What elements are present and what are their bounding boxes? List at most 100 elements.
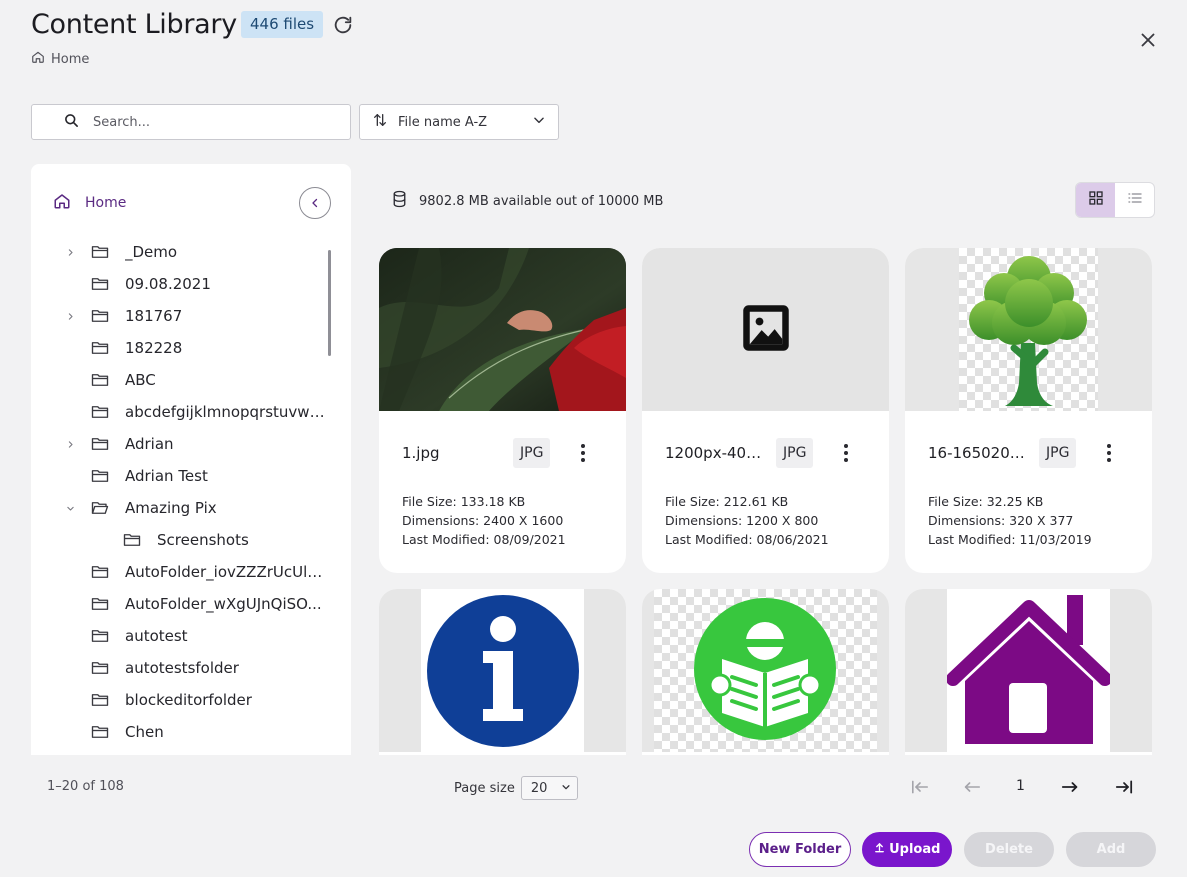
sidebar-folder-label: ABC — [125, 371, 156, 389]
sidebar-folder-item[interactable]: 181767 — [31, 300, 351, 332]
sidebar-folder-item[interactable]: AutoFolder_wXgUJnQiSO... — [31, 588, 351, 620]
image-placeholder-icon — [740, 302, 792, 358]
file-card[interactable]: 1200px-401... JPG File Size: 212.61 KB D… — [642, 248, 889, 573]
chevron-down-icon[interactable] — [65, 503, 75, 513]
folder-tree: _Demo 09.08.2021 181767 182228 ABC abcdefgijk… — [31, 236, 351, 748]
chevron-right-icon[interactable] — [65, 247, 75, 257]
folder-icon — [91, 308, 109, 324]
home-icon — [53, 192, 71, 214]
pagination-bar: 1–20 of 108 Page size 20 1 — [0, 755, 1187, 819]
pagination-range: 1–20 of 108 — [47, 779, 124, 794]
folder-icon — [91, 564, 109, 580]
more-vertical-icon[interactable] — [577, 441, 589, 465]
chevron-down-icon — [561, 781, 571, 796]
upload-button[interactable]: Upload — [862, 832, 952, 867]
file-thumbnail[interactable] — [905, 248, 1152, 411]
sidebar-folder-item[interactable]: Adrian Test — [31, 460, 351, 492]
breadcrumb-home[interactable]: Home — [51, 52, 89, 67]
folder-icon — [91, 244, 109, 260]
sidebar-folder-label: _Demo — [125, 243, 178, 261]
add-button[interactable]: Add — [1066, 832, 1156, 867]
sidebar-home-label: Home — [85, 195, 127, 211]
file-last-modified: Last Modified: 08/09/2021 — [402, 532, 566, 547]
first-page-icon[interactable] — [908, 776, 932, 798]
file-thumbnail[interactable] — [379, 248, 626, 411]
chevron-down-icon — [532, 113, 546, 131]
sidebar-folder-label: blockeditorfolder — [125, 691, 252, 709]
file-thumbnail[interactable] — [642, 589, 889, 752]
folder-icon — [91, 404, 109, 420]
folder-icon — [91, 660, 109, 676]
next-page-icon[interactable] — [1058, 776, 1082, 798]
chevron-right-icon[interactable] — [65, 439, 75, 449]
current-page-number[interactable]: 1 — [1016, 778, 1025, 794]
file-card[interactable]: 1.jpg JPG File Size: 133.18 KB Dimension… — [379, 248, 626, 573]
grid-icon — [1088, 190, 1104, 210]
chevron-right-icon[interactable] — [65, 311, 75, 321]
collapse-sidebar-button[interactable] — [299, 187, 331, 219]
sidebar-folder-item[interactable]: _Demo — [31, 236, 351, 268]
file-last-modified: Last Modified: 11/03/2019 — [928, 532, 1092, 547]
page-size-control: Page size 20 — [454, 776, 578, 800]
sidebar-scrollbar[interactable] — [328, 250, 331, 356]
sidebar-folder-label: abcdefgijklmnopqrstuvwx... — [125, 403, 330, 421]
page-size-select[interactable]: 20 — [520, 776, 578, 800]
file-name: 1.jpg — [402, 444, 440, 462]
folder-icon — [91, 276, 109, 292]
list-view-button[interactable] — [1115, 183, 1154, 217]
file-dimensions: Dimensions: 2400 X 1600 — [402, 513, 564, 528]
file-thumbnail[interactable] — [379, 589, 626, 752]
file-metadata: File Size: 32.25 KB Dimensions: 320 X 37… — [928, 492, 1092, 549]
search-input[interactable]: Search... — [31, 104, 351, 140]
chevron-left-icon — [309, 194, 321, 213]
upload-icon — [874, 842, 890, 857]
file-type-badge: JPG — [776, 438, 814, 468]
sidebar-folder-item[interactable]: 182228 — [31, 332, 351, 364]
sidebar-folder-item[interactable]: autotest — [31, 620, 351, 652]
database-icon — [392, 190, 407, 212]
sidebar-folder-label: Amazing Pix — [125, 499, 217, 517]
more-vertical-icon[interactable] — [1103, 441, 1115, 465]
last-page-icon[interactable] — [1112, 776, 1136, 798]
house-icon — [946, 589, 1112, 752]
sidebar-folder-item[interactable]: Screenshots — [31, 524, 351, 556]
sidebar-folder-item[interactable]: abcdefgijklmnopqrstuvwx... — [31, 396, 351, 428]
file-thumbnail[interactable] — [905, 589, 1152, 752]
reading-book-icon — [684, 589, 847, 752]
file-name: 16-165020_... — [928, 444, 1030, 462]
sidebar-item-home[interactable]: Home — [53, 192, 126, 214]
storage-info: 9802.8 MB available out of 10000 MB — [392, 190, 663, 212]
previous-page-icon[interactable] — [960, 776, 984, 798]
refresh-icon[interactable] — [332, 14, 354, 36]
sidebar-folder-item[interactable]: AutoFolder_iovZZZrUcUlR... — [31, 556, 351, 588]
folder-icon — [91, 628, 109, 644]
sidebar-folder-item[interactable]: blockeditorfolder — [31, 684, 351, 716]
file-dimensions: Dimensions: 1200 X 800 — [665, 513, 819, 528]
sidebar-folder-label: Chen — [125, 723, 164, 741]
breadcrumb[interactable]: Home — [31, 50, 89, 68]
header-area: Content Library 446 files Home Search...… — [0, 0, 1187, 164]
sidebar-folder-item[interactable]: Adrian — [31, 428, 351, 460]
file-last-modified: Last Modified: 08/06/2021 — [665, 532, 829, 547]
more-vertical-icon[interactable] — [840, 441, 852, 465]
page-size-value: 20 — [530, 780, 548, 796]
folder-icon — [91, 468, 109, 484]
sidebar-folder-item[interactable]: autotestsfolder — [31, 652, 351, 684]
file-thumbnail[interactable] — [642, 248, 889, 411]
sidebar-folder-item[interactable]: Chen — [31, 716, 351, 748]
sidebar-folder-label: AutoFolder_wXgUJnQiSO... — [125, 595, 322, 613]
close-icon[interactable] — [1137, 29, 1159, 51]
sidebar-folder-item[interactable]: ABC — [31, 364, 351, 396]
new-folder-button[interactable]: New Folder — [749, 832, 851, 867]
sort-select[interactable]: File name A-Z — [359, 104, 559, 140]
sidebar-folder-label: 09.08.2021 — [125, 275, 211, 293]
file-card[interactable] — [379, 589, 626, 755]
sidebar-folder-item[interactable]: Amazing Pix — [31, 492, 351, 524]
grid-view-button[interactable] — [1076, 183, 1115, 217]
delete-button[interactable]: Delete — [964, 832, 1054, 867]
file-card[interactable] — [905, 589, 1152, 755]
file-card[interactable] — [642, 589, 889, 755]
file-type-badge: JPG — [1039, 438, 1077, 468]
file-card[interactable]: 16-165020_... JPG File Size: 32.25 KB Di… — [905, 248, 1152, 573]
sidebar-folder-item[interactable]: 09.08.2021 — [31, 268, 351, 300]
